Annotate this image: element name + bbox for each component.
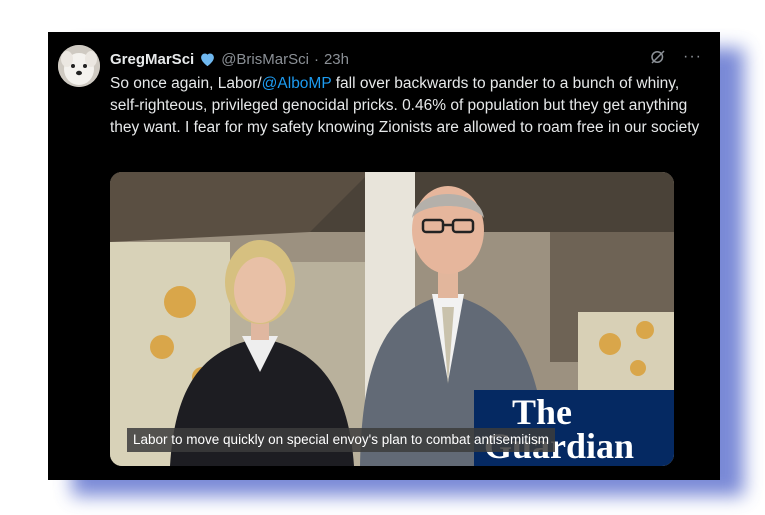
- tweet-card[interactable]: GregMarSci @BrisMarSci · 23h ··· So once…: [48, 32, 720, 480]
- post-time[interactable]: 23h: [324, 51, 349, 68]
- tweet-text: So once again, Labor/@AlboMP fall over b…: [110, 73, 706, 139]
- tweet-header: GregMarSci @BrisMarSci · 23h: [110, 49, 690, 69]
- verified-badge-icon: [201, 52, 215, 66]
- media-caption: Labor to move quickly on special envoy's…: [127, 428, 556, 452]
- avatar[interactable]: [58, 45, 100, 87]
- dog-avatar-image: [58, 45, 100, 87]
- user-handle[interactable]: @BrisMarSci: [221, 51, 309, 68]
- more-icon[interactable]: ···: [683, 48, 702, 66]
- separator-dot: ·: [313, 50, 319, 68]
- grok-icon[interactable]: [649, 48, 667, 66]
- tweet-media[interactable]: The Guardian Labor to move quickly on sp…: [110, 172, 674, 466]
- guardian-logo-word-the: The: [512, 392, 573, 432]
- tweet-text-before: So once again, Labor/: [110, 75, 262, 92]
- mention-link[interactable]: @AlboMP: [262, 75, 332, 92]
- tweet-actions: ···: [649, 48, 702, 66]
- display-name[interactable]: GregMarSci: [110, 51, 194, 68]
